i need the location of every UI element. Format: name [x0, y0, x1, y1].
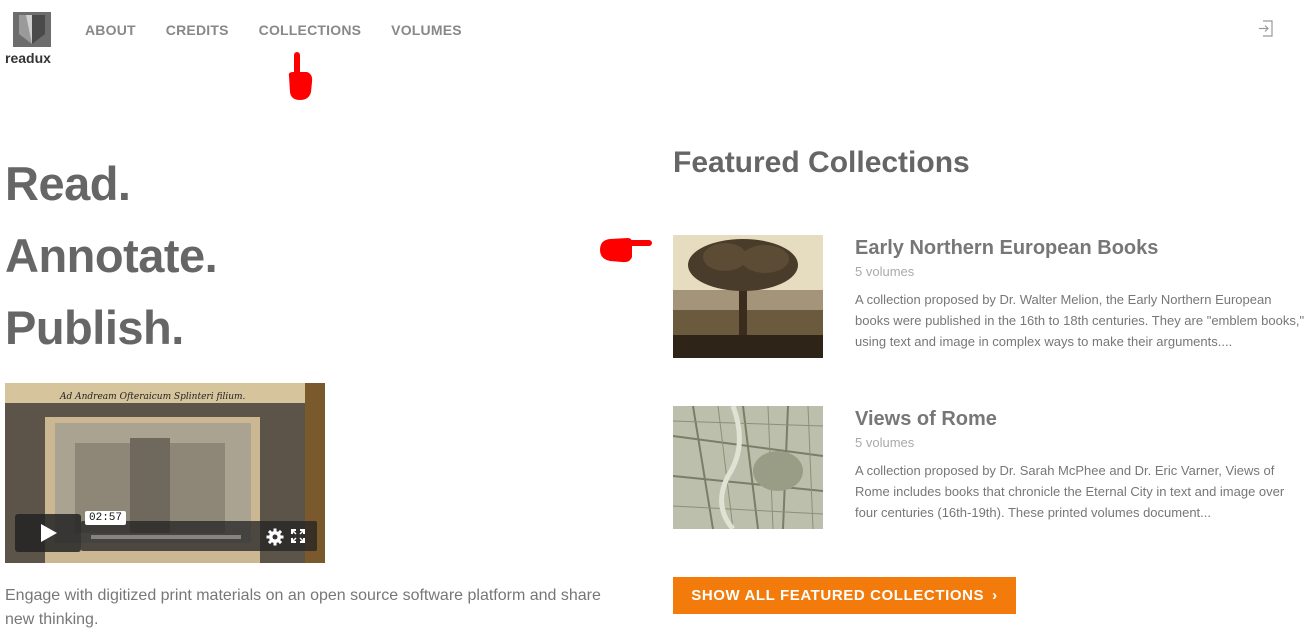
collection-count: 5 volumes [855, 435, 915, 450]
play-button[interactable] [15, 514, 81, 552]
settings-gear-icon[interactable] [266, 528, 284, 546]
video-scrubber[interactable] [91, 535, 241, 539]
hero-heading: Read. Annotate. Publish. [5, 148, 218, 364]
nav-about[interactable]: ABOUT [85, 22, 136, 38]
collection-count: 5 volumes [855, 264, 915, 279]
intro-video[interactable]: Ad Andream Ofteraicum Splinteri filium. … [5, 383, 325, 563]
readux-logo-icon [13, 12, 51, 47]
hero-line-annotate: Annotate. [5, 229, 218, 282]
main-nav: ABOUT CREDITS COLLECTIONS VOLUMES [85, 22, 492, 38]
featured-collections-title: Featured Collections [673, 146, 970, 179]
nav-collections[interactable]: COLLECTIONS [259, 22, 362, 38]
login-icon[interactable] [1258, 20, 1274, 37]
pointing-hand-right-icon [600, 238, 652, 263]
collection-name[interactable]: Early Northern European Books [855, 237, 1158, 260]
tagline: Engage with digitized print materials on… [5, 587, 601, 628]
collection-description: A collection proposed by Dr. Sarah McPhe… [855, 463, 1285, 520]
pointing-hand-down-icon [288, 52, 313, 100]
fullscreen-icon[interactable] [291, 529, 305, 543]
collection-name[interactable]: Views of Rome [855, 408, 997, 431]
brand-name: readux [5, 50, 51, 66]
play-icon [41, 524, 57, 542]
collection-thumbnail-views-of-rome[interactable] [673, 406, 823, 529]
collection-description: A collection proposed by Dr. Walter Meli… [855, 292, 1305, 349]
hero-line-publish: Publish. [5, 301, 184, 354]
show-all-featured-collections-button[interactable]: SHOW ALL FEATURED COLLECTIONS › [673, 577, 1016, 614]
collection-thumbnail-emblem-books[interactable] [673, 235, 823, 358]
chevron-right-icon: › [992, 587, 998, 604]
video-time: 02:57 [85, 511, 127, 525]
video-caption: Ad Andream Ofteraicum Splinteri filium. [59, 392, 246, 402]
nav-volumes[interactable]: VOLUMES [391, 22, 462, 38]
nav-credits[interactable]: CREDITS [166, 22, 229, 38]
show-all-label: SHOW ALL FEATURED COLLECTIONS [691, 587, 985, 604]
hero-line-read: Read. [5, 157, 131, 210]
